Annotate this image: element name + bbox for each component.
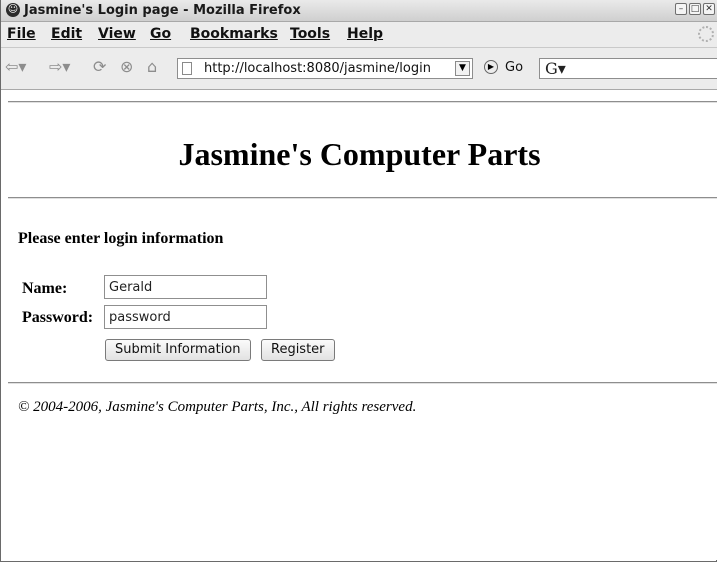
copyright-footer: © 2004-2006, Jasmine's Computer Parts, I… <box>18 399 417 415</box>
menu-go[interactable]: Go <box>150 26 171 42</box>
go-button[interactable]: Go <box>505 60 523 75</box>
menu-file[interactable]: File <box>7 26 36 42</box>
go-icon[interactable]: ▶ <box>484 60 498 74</box>
search-box[interactable]: G▾ <box>539 58 717 79</box>
divider-top <box>8 101 717 103</box>
page-content: Jasmine's Computer Parts Please enter lo… <box>2 90 717 560</box>
page-icon <box>182 62 192 75</box>
submit-button[interactable]: Submit Information <box>105 339 251 361</box>
register-button[interactable]: Register <box>261 339 335 361</box>
forward-icon[interactable]: ⇨▾ <box>49 58 70 76</box>
browser-window: ☺ Jasmine's Login page - Mozilla Firefox… <box>0 0 717 562</box>
name-field[interactable] <box>104 275 267 299</box>
firefox-icon: ☺ <box>6 3 20 17</box>
back-icon[interactable]: ⇦▾ <box>5 58 26 76</box>
throbber-icon <box>698 26 714 42</box>
menu-bookmarks[interactable]: Bookmarks <box>190 26 278 42</box>
url-text[interactable]: http://localhost:8080/jasmine/login <box>204 61 431 76</box>
maximize-icon[interactable]: □ <box>689 3 701 15</box>
reload-icon[interactable]: ⟳ <box>93 58 106 76</box>
window-controls: – □ ✕ <box>675 3 715 15</box>
minimize-icon[interactable]: – <box>675 3 687 15</box>
password-field[interactable] <box>104 305 267 329</box>
url-dropdown-icon[interactable]: ▼ <box>455 61 470 76</box>
close-icon[interactable]: ✕ <box>703 3 715 15</box>
password-label: Password: <box>22 309 94 326</box>
navigation-toolbar: ⇦▾ ⇨▾ ⟳ ⊗ ⌂ http://localhost:8080/jasmin… <box>1 48 717 90</box>
page-title: Jasmine's Computer Parts <box>178 136 541 172</box>
url-bar[interactable]: http://localhost:8080/jasmine/login ▼ <box>177 58 473 79</box>
title-bar: ☺ Jasmine's Login page - Mozilla Firefox… <box>1 0 717 22</box>
divider-heading <box>8 197 717 199</box>
login-prompt: Please enter login information <box>18 230 224 247</box>
menu-view[interactable]: View <box>98 26 136 42</box>
menu-tools[interactable]: Tools <box>290 26 330 42</box>
name-label: Name: <box>22 280 68 297</box>
google-icon[interactable]: G▾ <box>545 59 566 78</box>
window-title: Jasmine's Login page - Mozilla Firefox <box>24 3 301 18</box>
menu-bar: File Edit View Go Bookmarks Tools Help <box>1 22 717 48</box>
home-icon[interactable]: ⌂ <box>147 58 157 76</box>
stop-icon[interactable]: ⊗ <box>120 58 133 76</box>
menu-edit[interactable]: Edit <box>51 26 82 42</box>
divider-footer <box>8 382 717 384</box>
menu-help[interactable]: Help <box>347 26 383 42</box>
